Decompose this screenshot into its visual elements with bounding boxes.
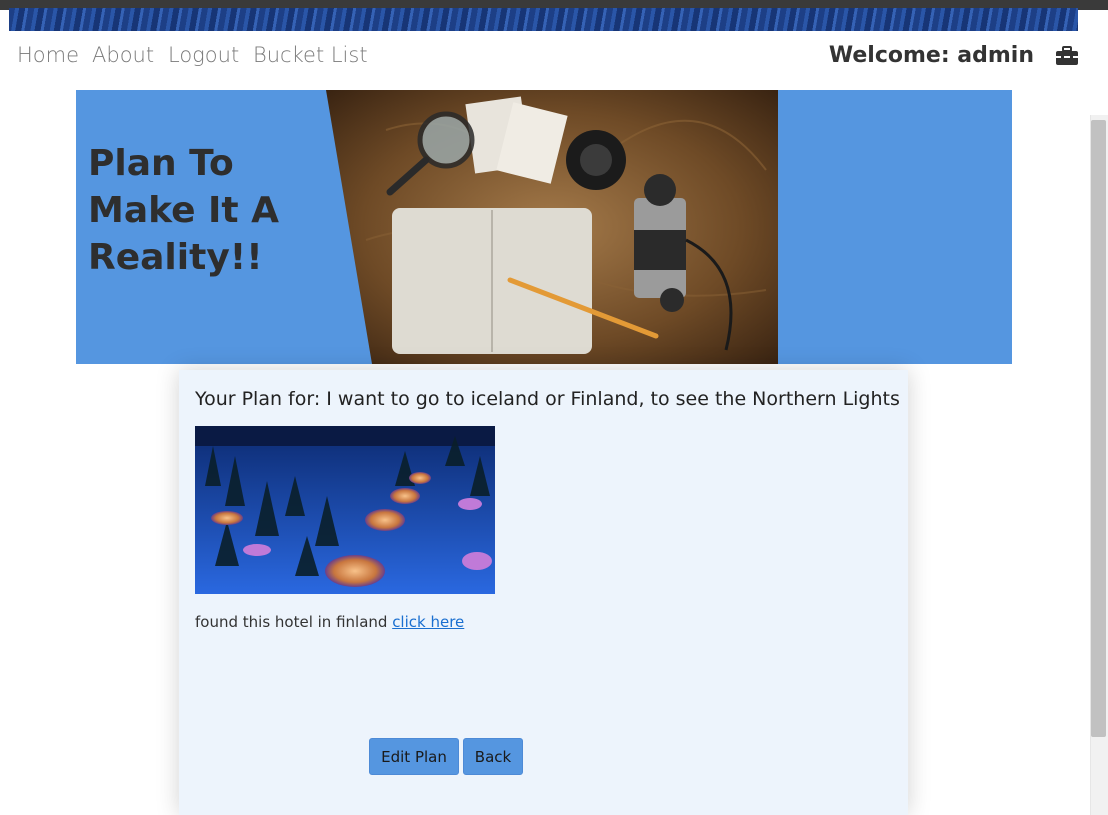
hero-banner: Plan To Make It A Reality!! <box>76 90 1012 364</box>
travel-desk-photo <box>326 90 778 364</box>
nav-home[interactable]: Home <box>17 43 79 67</box>
nav-bucket-list[interactable]: Bucket List <box>253 43 368 67</box>
hero-title: Plan To Make It A Reality!! <box>88 143 280 278</box>
welcome-text: Welcome: admin <box>828 43 1034 68</box>
plan-heading: Your Plan for: I want to go to iceland o… <box>195 388 900 410</box>
ocean-banner-strip <box>9 8 1078 31</box>
nav-about[interactable]: About <box>92 43 154 67</box>
nav-logout[interactable]: Logout <box>168 43 239 67</box>
igloo-hotel-image <box>195 426 495 594</box>
page-scrollbar-thumb[interactable] <box>1091 120 1106 737</box>
plan-note-text: found this hotel in finland <box>195 613 393 631</box>
hotel-link[interactable]: click here <box>392 613 464 631</box>
toolbox-icon[interactable] <box>1055 46 1079 66</box>
back-button[interactable]: Back <box>463 738 523 775</box>
plan-note: found this hotel in finland click here <box>195 613 464 631</box>
edit-plan-button[interactable]: Edit Plan <box>369 738 459 775</box>
plan-card: Your Plan for: I want to go to iceland o… <box>179 370 908 815</box>
top-navbar: Home About Logout Bucket List Welcome: a… <box>0 31 1090 83</box>
